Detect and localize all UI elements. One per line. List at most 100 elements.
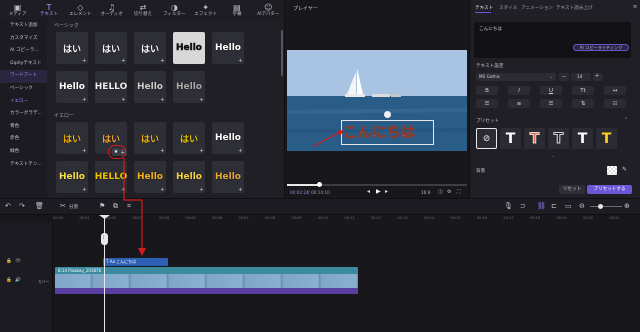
undo-icon[interactable]: ↶: [5, 202, 11, 210]
sidebar-item-customize[interactable]: カスタマイズ: [0, 33, 47, 46]
toolbar-transition[interactable]: ⇄ 切り替え: [127, 0, 158, 20]
sidebar-item-green[interactable]: 緑色: [0, 146, 47, 159]
eyedropper-icon[interactable]: ✎: [622, 166, 627, 173]
align-right-button[interactable]: ☰: [540, 99, 562, 108]
add-icon[interactable]: +: [160, 97, 164, 103]
toolbar-element[interactable]: ◇ エレメント: [65, 0, 96, 20]
preset-white[interactable]: T: [500, 128, 521, 149]
font-size-input[interactable]: 14: [571, 73, 591, 81]
toolbar-filter[interactable]: ◑ フィルター: [159, 0, 190, 20]
template-card-basic[interactable]: はい +: [56, 32, 88, 64]
add-icon[interactable]: +: [82, 148, 86, 154]
sidebar-item-ai-copy[interactable]: AI コピーラ...: [0, 45, 47, 58]
snapshot-icon[interactable]: ◫: [438, 189, 443, 195]
sidebar-item-text-template[interactable]: テキストテン...: [0, 159, 47, 172]
tab-tts[interactable]: テキスト読み上げ: [556, 5, 593, 11]
template-card-basic[interactable]: Hello +: [173, 71, 205, 103]
add-icon[interactable]: +: [199, 187, 203, 193]
add-icon[interactable]: +: [160, 187, 164, 193]
add-icon[interactable]: +: [82, 187, 86, 193]
template-card-yellow[interactable]: Hello +: [212, 161, 244, 193]
italic-button[interactable]: I: [508, 86, 530, 95]
sidebar-item-basic[interactable]: ベーシック: [0, 83, 47, 96]
add-icon[interactable]: +: [82, 97, 86, 103]
justify-button[interactable]: ☷: [604, 99, 626, 108]
lock-icon[interactable]: 🔒: [6, 259, 12, 264]
panel-menu-icon[interactable]: ≡: [633, 4, 637, 10]
bold-button[interactable]: B: [476, 86, 498, 95]
background-color-swatch[interactable]: [607, 166, 617, 175]
add-icon[interactable]: +: [199, 148, 203, 154]
preset-black-outline[interactable]: T: [548, 128, 569, 149]
fullscreen-icon[interactable]: ⛶: [457, 189, 461, 195]
align-left-button[interactable]: ☰: [476, 99, 498, 108]
add-icon[interactable]: +: [199, 58, 203, 64]
video-clip[interactable]: 8:14 Pixabay_203876: [55, 267, 358, 294]
vertical-button[interactable]: ⇅: [572, 99, 594, 108]
reset-button[interactable]: リセット: [559, 185, 585, 194]
template-card-yellow[interactable]: Hello +: [212, 122, 244, 154]
underline-button[interactable]: U: [540, 86, 562, 95]
add-icon[interactable]: +: [238, 148, 242, 154]
progress-knob[interactable]: [317, 182, 322, 187]
template-card-yellow[interactable]: はい+: [56, 122, 88, 154]
template-scrollbar[interactable]: [281, 30, 283, 76]
mic-icon[interactable]: 🎙: [504, 202, 513, 210]
toolbar-subtitle[interactable]: ▤ 字幕: [221, 0, 252, 20]
aspect-ratio[interactable]: 16:9: [421, 190, 430, 195]
sidebar-item-wordart[interactable]: ワードアート: [0, 70, 47, 83]
eye-icon[interactable]: 👁: [15, 259, 21, 264]
font-size-minus[interactable]: −: [559, 73, 569, 81]
toolbar-avatar[interactable]: ☺ AIアバター: [253, 0, 284, 20]
toolbar-text[interactable]: T テキスト: [33, 0, 64, 20]
sidebar-item-yellow[interactable]: イエロー: [0, 96, 47, 109]
sidebar-item-gradient[interactable]: カラーグラデ...: [0, 108, 47, 121]
case-button[interactable]: Tt: [572, 86, 594, 95]
zoom-slider[interactable]: [590, 206, 622, 207]
preset-none[interactable]: ⊘: [476, 128, 497, 149]
template-card-basic[interactable]: はい +: [134, 32, 166, 64]
add-icon[interactable]: +: [238, 187, 242, 193]
playhead-handle[interactable]: ⁞: [101, 233, 108, 245]
add-icon[interactable]: +: [238, 58, 242, 64]
zoom-slider-knob[interactable]: [598, 204, 603, 209]
fit-icon[interactable]: ▭: [565, 202, 572, 210]
font-size-plus[interactable]: +: [593, 73, 603, 81]
template-card-yellow[interactable]: Hello +: [173, 161, 205, 193]
add-icon[interactable]: +: [160, 58, 164, 64]
add-icon[interactable]: +: [199, 97, 203, 103]
font-family-select[interactable]: MS Gothic ⌄: [476, 73, 556, 81]
add-icon[interactable]: +: [121, 97, 125, 103]
sidebar-item-red[interactable]: 赤色: [0, 133, 47, 146]
settings-icon[interactable]: ⚙: [447, 189, 451, 195]
track-audio-icon[interactable]: 🔊: [15, 278, 21, 283]
delete-icon[interactable]: 🗑: [35, 202, 44, 210]
save-preset-button[interactable]: プリセットする: [587, 185, 632, 194]
add-icon[interactable]: +: [160, 148, 164, 154]
preset-more-icon[interactable]: ⌄: [551, 153, 554, 158]
rotate-handle[interactable]: [384, 111, 391, 118]
toolbar-media[interactable]: ▣ メディア: [2, 0, 33, 20]
track-lock-icon[interactable]: 🔒: [6, 278, 12, 283]
marker-icon[interactable]: ⚑: [99, 202, 105, 210]
zoom-in-icon[interactable]: ⊕: [624, 202, 630, 210]
sidebar-item-blue[interactable]: 青色: [0, 121, 47, 134]
template-card-basic[interactable]: HELLO +: [95, 71, 127, 103]
template-card-yellow[interactable]: はい+: [173, 122, 205, 154]
text-input[interactable]: こんにちは: [474, 22, 631, 58]
template-card-basic[interactable]: Hello +: [134, 71, 166, 103]
split-icon[interactable]: ✂: [60, 202, 66, 210]
tab-text[interactable]: テキスト: [475, 5, 493, 11]
template-card-basic[interactable]: Hello +: [56, 71, 88, 103]
template-card-yellow[interactable]: Hello +: [56, 161, 88, 193]
prev-frame-icon[interactable]: ◂: [367, 188, 370, 195]
link-icon[interactable]: ⛓: [537, 202, 546, 210]
redo-icon[interactable]: ↷: [19, 202, 25, 210]
preset-yellow[interactable]: T: [596, 128, 617, 149]
sidebar-item-giphy[interactable]: Giphyテキスト: [0, 58, 47, 71]
ai-copywriting-button[interactable]: AI コピーライティング: [573, 44, 629, 51]
preset-white-2[interactable]: T: [572, 128, 593, 149]
play-icon[interactable]: ▶: [376, 188, 381, 195]
sidebar-item-add-text[interactable]: テキスト追加: [0, 20, 47, 33]
magnet-icon[interactable]: ⊃: [520, 202, 526, 210]
